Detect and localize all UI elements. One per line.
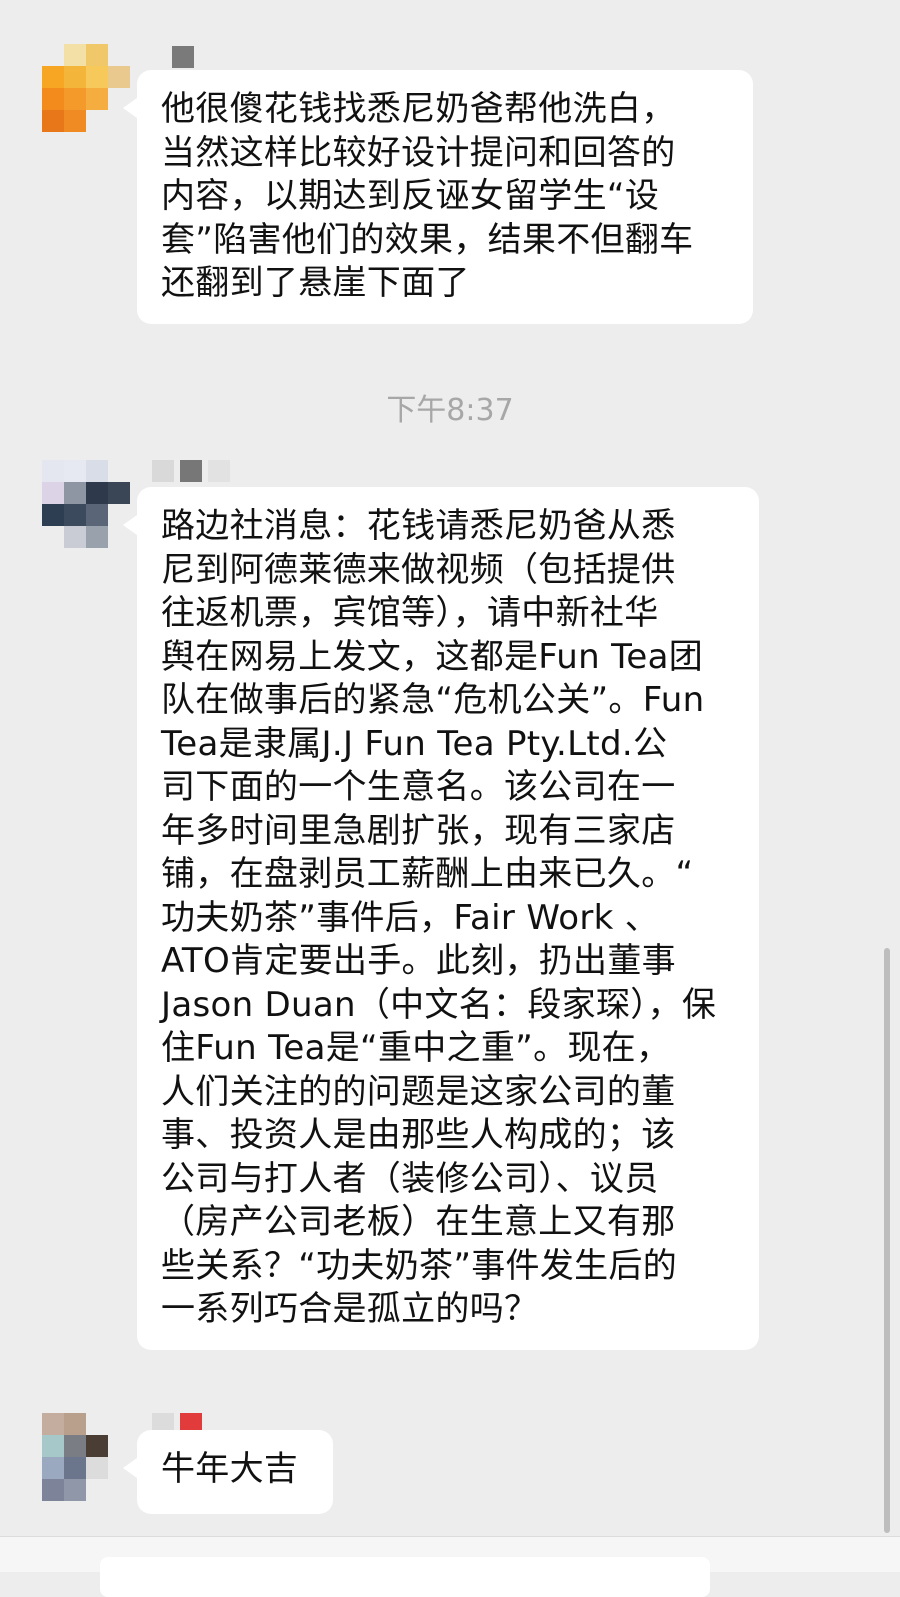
mosaic-cell — [42, 504, 64, 526]
avatar-mosaic — [42, 44, 130, 132]
mosaic-cell — [86, 110, 108, 132]
redaction-block — [208, 460, 230, 482]
mosaic-cell — [86, 1457, 108, 1479]
mosaic-cell — [86, 66, 108, 88]
mosaic-cell — [42, 1413, 64, 1435]
message-line: 年多时间里急剧扩张，现有三家店 — [161, 810, 676, 851]
message-line: 一系列巧合是孤立的吗？ — [161, 1289, 539, 1329]
mosaic-cell — [64, 460, 86, 482]
timestamp: 下午8:37 — [386, 393, 514, 428]
mosaic-cell — [42, 44, 64, 66]
message-line: 尼到阿德莱德来做视频（包括提供 — [161, 549, 676, 590]
mosaic-cell — [64, 1479, 86, 1501]
avatar[interactable] — [42, 1413, 130, 1501]
mosaic-cell — [64, 482, 86, 504]
message-line: 还翻到了悬崖下面了 — [161, 263, 470, 303]
avatar[interactable] — [42, 44, 130, 132]
mosaic-cell — [86, 1413, 108, 1435]
avatar[interactable] — [42, 460, 130, 548]
chat-input-bar — [0, 1536, 900, 1597]
message-bubble[interactable]: 路边社消息：花钱请悉尼奶爸从悉 尼到阿德莱德来做视频（包括提供 往返机票，宾馆等），… — [123, 487, 759, 1350]
mosaic-cell — [42, 1457, 64, 1479]
redaction-block — [236, 460, 258, 482]
mosaic-cell — [86, 44, 108, 66]
mosaic-cell — [64, 1457, 86, 1479]
redaction-block — [172, 46, 194, 68]
message-line: 牛年大吉 — [161, 1449, 299, 1489]
mosaic-cell — [42, 110, 64, 132]
mosaic-cell — [86, 526, 108, 548]
mosaic-cell — [108, 1479, 130, 1501]
message-text: 路边社消息：花钱请悉尼奶爸从悉 尼到阿德莱德来做视频（包括提供 往返机票，宾馆等），… — [161, 505, 735, 1332]
mosaic-cell — [108, 66, 130, 88]
mosaic-cell — [64, 1413, 86, 1435]
mosaic-cell — [42, 66, 64, 88]
mosaic-cell — [64, 526, 86, 548]
mosaic-cell — [64, 66, 86, 88]
message-line: 住Fun Tea是“重中之重”。现在， — [161, 1028, 671, 1068]
message-line: Jason Duan（中文名：段家琛），保 — [161, 984, 717, 1025]
mosaic-cell — [42, 482, 64, 504]
mosaic-cell — [42, 1435, 64, 1457]
message-line: 往返机票，宾馆等），请中新社华 — [161, 593, 659, 633]
message-line: 些关系？“功夫奶茶”事件发生后的 — [161, 1245, 678, 1286]
redaction-block — [200, 46, 222, 68]
mosaic-cell — [64, 44, 86, 66]
redaction-block — [152, 460, 174, 482]
mosaic-cell — [42, 88, 64, 110]
message-line: 当然这样比较好设计提问和回答的 — [161, 132, 676, 173]
mosaic-cell — [64, 1435, 86, 1457]
message-line: 人们关注的的问题是这家公司的董 — [161, 1071, 676, 1112]
mosaic-cell — [86, 460, 108, 482]
redaction-block — [180, 460, 202, 482]
mosaic-cell — [64, 504, 86, 526]
mosaic-cell — [64, 88, 86, 110]
message-line: 内容，以期达到反诬女留学生“设 — [161, 176, 660, 216]
message-input[interactable] — [100, 1557, 710, 1597]
message-line: 铺，在盘剥员工薪酬上由来已久。“ — [161, 854, 694, 894]
message-bubble[interactable]: 他很傻花钱找悉尼奶爸帮他洗白， 当然这样比较好设计提问和回答的 内容，以期达到反诬女… — [123, 70, 753, 324]
mosaic-cell — [86, 88, 108, 110]
message-line: 功夫奶茶”事件后，Fair Work 、 — [161, 897, 660, 938]
message-line: ATO肯定要出手。此刻，扔出董事 — [161, 941, 676, 981]
message-bubble[interactable]: 牛年大吉 — [123, 1430, 333, 1514]
message-line: 事、投资人是由那些人构成的；该 — [161, 1115, 676, 1155]
message-text: 他很傻花钱找悉尼奶爸帮他洗白， 当然这样比较好设计提问和回答的 内容，以期达到反诬女… — [161, 88, 729, 306]
message-line: 舆在网易上发文，这都是Fun Tea团 — [161, 636, 704, 677]
sender-name-redacted — [152, 460, 258, 482]
message-line: 套”陷害他们的效果，结果不但翻车 — [161, 219, 694, 260]
message-line: 公司与打人者（装修公司）、议员 — [161, 1158, 659, 1199]
mosaic-cell — [108, 460, 130, 482]
message-line: 他很傻花钱找悉尼奶爸帮他洗白， — [161, 89, 676, 129]
message-line: Tea是隶属J.J Fun Tea Pty.Ltd.公 — [161, 723, 668, 764]
mosaic-cell — [42, 460, 64, 482]
message-text: 牛年大吉 — [161, 1448, 309, 1492]
mosaic-cell — [108, 482, 130, 504]
mosaic-cell — [86, 1435, 108, 1457]
mosaic-cell — [108, 1413, 130, 1435]
avatar-mosaic — [42, 460, 130, 548]
sender-name-redacted — [172, 46, 222, 68]
message-line: 路边社消息：花钱请悉尼奶爸从悉 — [161, 506, 676, 546]
mosaic-cell — [86, 482, 108, 504]
avatar-mosaic — [42, 1413, 130, 1501]
message-line: 队在做事后的紧急“危机公关”。Fun — [161, 680, 705, 720]
mosaic-cell — [108, 44, 130, 66]
mosaic-cell — [86, 1479, 108, 1501]
mosaic-cell — [108, 1435, 130, 1457]
mosaic-cell — [42, 1479, 64, 1501]
mosaic-cell — [42, 526, 64, 548]
message-line: （房产公司老板）在生意上又有那 — [161, 1202, 676, 1242]
mosaic-cell — [64, 110, 86, 132]
message-line: 司下面的一个生意名。该公司在一 — [161, 767, 676, 807]
scrollbar[interactable] — [884, 948, 890, 1533]
mosaic-cell — [86, 504, 108, 526]
